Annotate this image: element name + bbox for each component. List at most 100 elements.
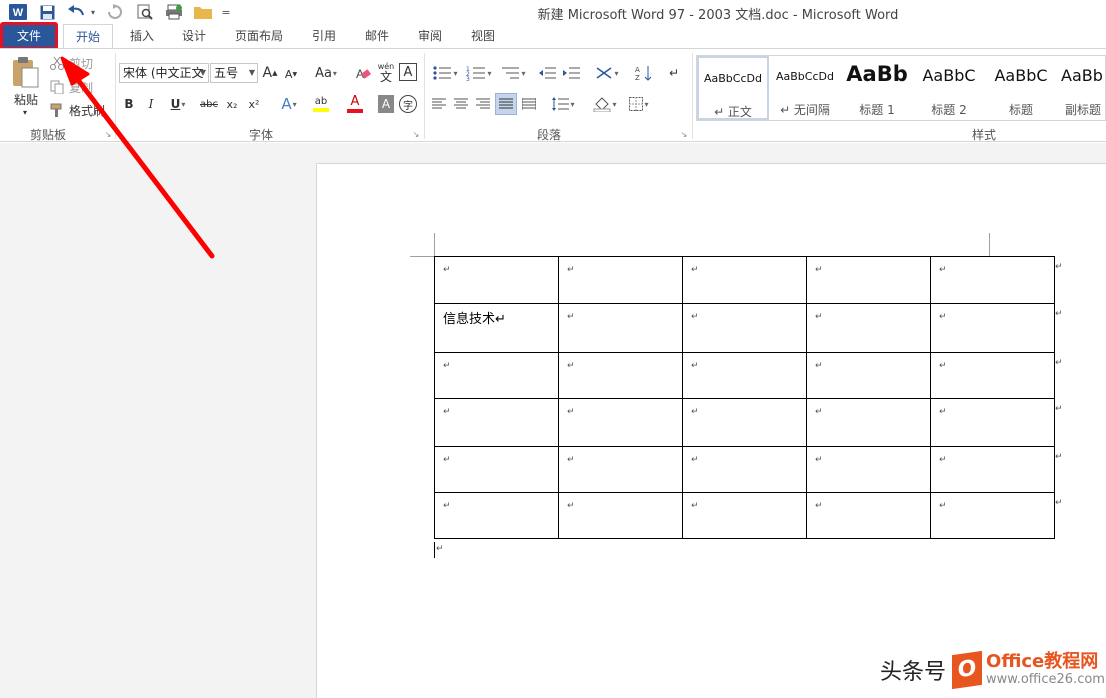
align-right-icon[interactable]	[474, 95, 492, 113]
paragraph-group-label: 段落	[537, 128, 562, 142]
table-cell[interactable]: ↵	[558, 303, 683, 353]
tab-design[interactable]: 设计	[174, 24, 214, 48]
character-border-button[interactable]: A	[399, 63, 417, 81]
table-cell[interactable]: ↵	[682, 446, 807, 493]
grow-font-button[interactable]: A ▲	[262, 63, 278, 83]
chevron-down-icon[interactable]: ▼	[249, 64, 255, 82]
table-cell[interactable]: ↵	[558, 398, 683, 447]
table-cell[interactable]: ↵	[682, 398, 807, 447]
paste-dropdown-icon[interactable]: ▾	[18, 107, 32, 117]
style-heading-2[interactable]: AaBbC 标题 2	[913, 56, 985, 120]
table-cell[interactable]: ↵	[434, 256, 559, 304]
align-left-icon[interactable]	[430, 95, 448, 113]
table-cell[interactable]: ↵	[682, 492, 807, 539]
table-row: ↵ ↵ ↵ ↵ ↵	[434, 352, 1055, 399]
highlight-color-button[interactable]: ab	[306, 93, 336, 115]
change-case-icon: Aa	[315, 65, 332, 81]
tab-page-layout[interactable]: 页面布局	[228, 24, 290, 48]
cell-text: ↵	[691, 407, 699, 417]
table-cell[interactable]: 信息技术↵	[434, 303, 559, 353]
table-cell[interactable]: ↵	[434, 492, 559, 539]
style-heading-1[interactable]: AaBb 标题 1	[841, 56, 913, 120]
table-cell[interactable]: ↵	[558, 446, 683, 493]
tab-mailings[interactable]: 邮件	[357, 24, 397, 48]
shrink-font-button[interactable]: A ▼	[284, 65, 298, 83]
table-cell[interactable]: ↵	[806, 256, 931, 304]
chinese-layout-button[interactable]: ▾	[592, 63, 622, 83]
style-title[interactable]: AaBbC 标题	[985, 56, 1057, 120]
styles-gallery: AaBbCcDd ↵ 正文 AaBbCcDd ↵ 无间隔 AaBb 标题 1 A…	[696, 55, 1106, 121]
tab-view[interactable]: 视图	[463, 24, 503, 48]
numbering-button[interactable]: 1 2 3 ▾	[464, 63, 494, 83]
table-cell[interactable]: ↵	[434, 446, 559, 493]
table-cell[interactable]: ↵	[682, 352, 807, 399]
table-cell[interactable]: ↵	[682, 303, 807, 353]
paragraph-launcher-icon[interactable]: ↘	[679, 129, 689, 139]
table-cell[interactable]: ↵	[930, 398, 1055, 447]
paste-button[interactable]: 粘贴	[6, 91, 46, 107]
group-divider	[424, 53, 425, 139]
font-size-combo[interactable]: 五号 ▼	[210, 63, 258, 83]
table-cell[interactable]: ↵	[930, 492, 1055, 539]
table-cell[interactable]: ↵	[806, 352, 931, 399]
bold-button[interactable]: B	[122, 95, 136, 113]
table-cell[interactable]: ↵	[806, 446, 931, 493]
increase-indent-icon[interactable]	[562, 63, 582, 83]
borders-button[interactable]: ▾	[624, 95, 654, 113]
table-cell[interactable]: ↵	[930, 352, 1055, 399]
table-cell[interactable]: ↵	[558, 492, 683, 539]
tab-review[interactable]: 审阅	[410, 24, 450, 48]
table-cell[interactable]: ↵	[806, 303, 931, 353]
font-color-button[interactable]: A	[340, 93, 370, 115]
table-cell[interactable]: ↵	[930, 256, 1055, 304]
text-effects-button[interactable]: A ▾	[276, 94, 302, 114]
table-cell[interactable]: ↵	[558, 256, 683, 304]
copy-button[interactable]: 复制	[66, 79, 96, 95]
chevron-down-icon[interactable]: ▼	[200, 64, 206, 82]
cut-button[interactable]: 剪切	[66, 55, 96, 71]
table-cell[interactable]: ↵	[682, 256, 807, 304]
table-cell[interactable]: ↵	[806, 492, 931, 539]
italic-button[interactable]: I	[144, 95, 158, 113]
table-cell[interactable]: ↵	[806, 398, 931, 447]
clipboard-launcher-icon[interactable]: ↘	[103, 129, 113, 139]
character-shading-button[interactable]: A	[378, 95, 394, 113]
table-cell[interactable]: ↵	[930, 446, 1055, 493]
sort-icon[interactable]: AZ	[634, 63, 654, 83]
cell-text: ↵	[443, 361, 451, 371]
font-launcher-icon[interactable]: ↘	[411, 129, 421, 139]
bullets-button[interactable]: ▾	[430, 63, 460, 83]
underline-button[interactable]: U ▾	[166, 95, 190, 113]
svg-text:A: A	[635, 66, 640, 74]
style-subtitle[interactable]: AaBb 副标题	[1057, 56, 1105, 120]
superscript-button[interactable]: x²	[246, 95, 262, 113]
tab-insert[interactable]: 插入	[122, 24, 162, 48]
style-no-spacing[interactable]: AaBbCcDd ↵ 无间隔	[769, 56, 841, 120]
svg-text:3: 3	[466, 76, 470, 81]
table-cell[interactable]: ↵	[930, 303, 1055, 353]
table-cell[interactable]: ↵	[434, 352, 559, 399]
style-normal[interactable]: AaBbCcDd ↵ 正文	[697, 56, 769, 120]
line-spacing-button[interactable]: ▾	[548, 95, 578, 113]
font-name-combo[interactable]: 宋体 (中文正文 ▼	[119, 63, 209, 83]
clear-formatting-icon[interactable]: A	[354, 63, 372, 83]
enclose-characters-button[interactable]: 字	[399, 95, 417, 113]
decrease-indent-icon[interactable]	[538, 63, 558, 83]
phonetic-guide-button[interactable]: wén 文	[376, 61, 396, 83]
shrink-font-icon: A	[284, 67, 293, 81]
align-center-icon[interactable]	[452, 95, 470, 113]
format-painter-button[interactable]: 格式刷	[66, 102, 108, 118]
subscript-button[interactable]: x₂	[224, 95, 240, 113]
change-case-button[interactable]: Aa ▾	[312, 63, 340, 83]
justify-icon[interactable]	[495, 93, 517, 115]
tab-references[interactable]: 引用	[304, 24, 344, 48]
paste-icon[interactable]	[8, 55, 42, 89]
show-paragraph-marks-icon[interactable]: ↵	[664, 63, 684, 83]
strikethrough-button[interactable]: abc	[198, 95, 220, 113]
table-cell[interactable]: ↵	[558, 352, 683, 399]
table-cell[interactable]: ↵	[434, 398, 559, 447]
multilevel-list-button[interactable]: ▾	[498, 63, 528, 83]
tab-home[interactable]: 开始	[63, 24, 113, 49]
distributed-icon[interactable]	[520, 95, 538, 113]
shading-button[interactable]: ▾	[590, 95, 620, 113]
